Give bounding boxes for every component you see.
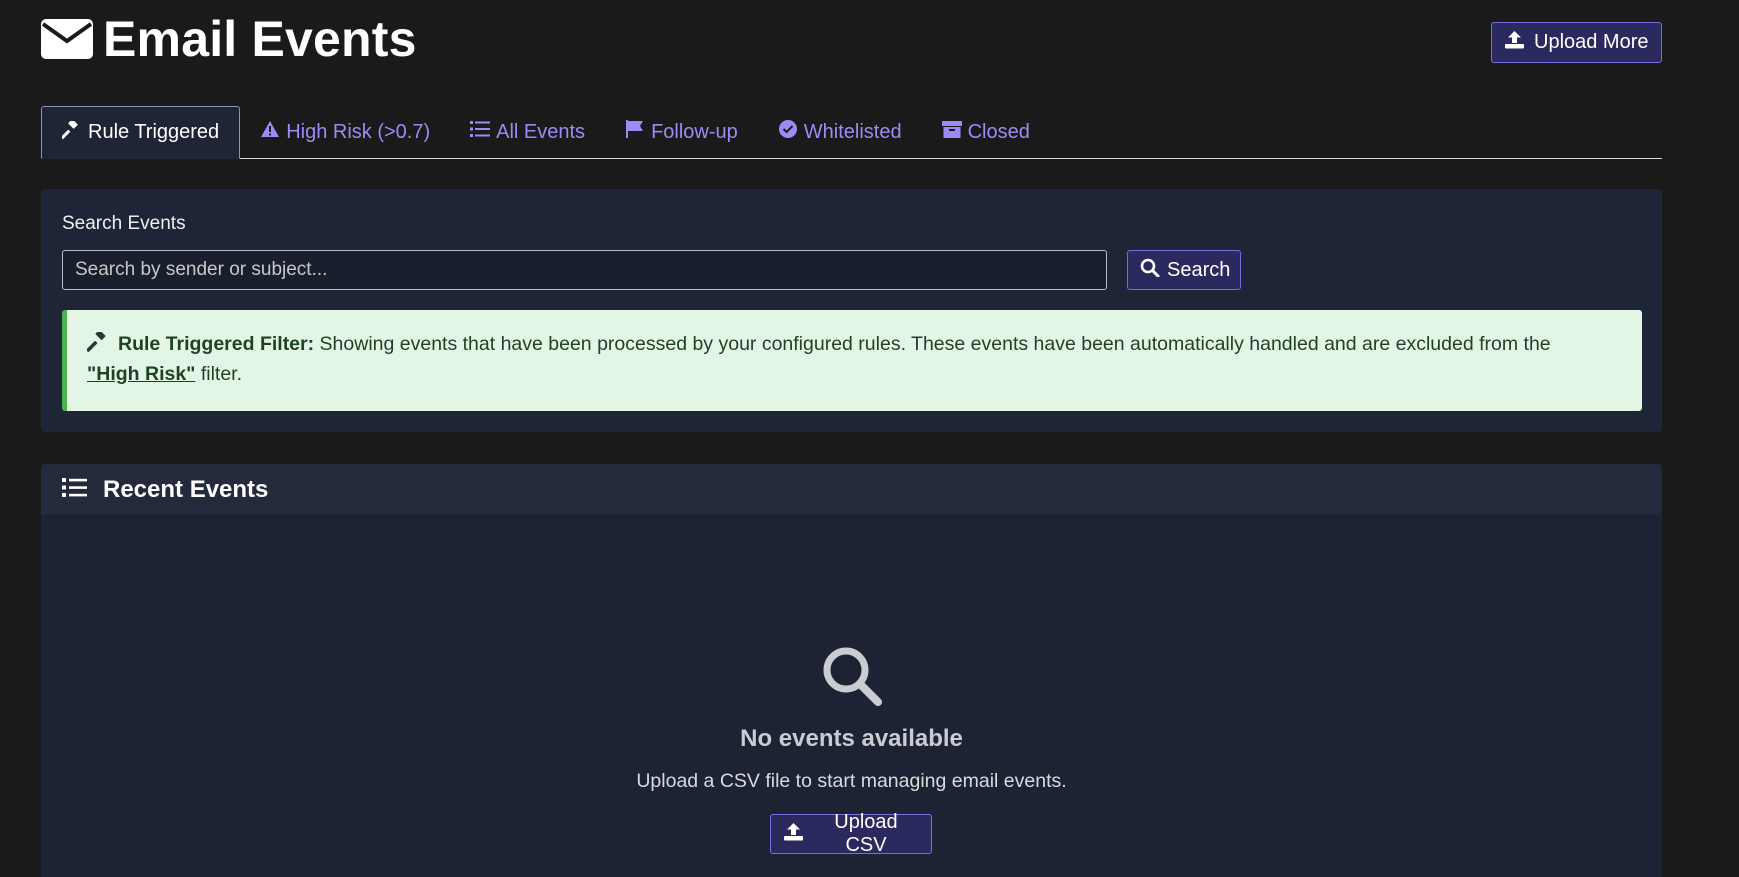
tab-follow-up[interactable]: Follow-up <box>605 106 758 158</box>
upload-csv-label: Upload CSV <box>834 811 898 856</box>
tab-whitelisted[interactable]: Whitelisted <box>758 106 922 158</box>
alert-title: Rule Triggered Filter: <box>118 333 315 355</box>
warning-icon <box>260 120 280 144</box>
list-icon <box>470 120 491 144</box>
list-icon <box>62 477 103 503</box>
tab-high-risk[interactable]: High Risk (>0.7) <box>240 106 450 158</box>
search-icon <box>821 645 883 707</box>
recent-events-header: Recent Events <box>41 464 1662 515</box>
upload-csv-button[interactable]: Upload CSV <box>770 811 932 856</box>
search-icon <box>1140 258 1161 283</box>
search-button-label: Search <box>1167 258 1231 281</box>
tab-label: All Events <box>496 120 586 143</box>
flag-icon <box>625 120 645 144</box>
search-button[interactable]: Search <box>1127 250 1241 290</box>
search-panel: Search Events Search Rule Triggered Filt… <box>41 189 1662 432</box>
tab-rule-triggered[interactable]: Rule Triggered <box>41 106 241 159</box>
upload-icon <box>1504 30 1525 55</box>
upload-icon <box>783 822 804 847</box>
gavel-icon <box>60 118 82 145</box>
page-title: Email Events <box>103 11 417 67</box>
tab-all-events[interactable]: All Events <box>450 106 605 158</box>
high-risk-link[interactable]: "High Risk" <box>87 363 195 385</box>
page: Email Events Upload More Rule Triggered … <box>0 0 1739 877</box>
envelope-icon <box>41 19 93 59</box>
alert-suffix: filter. <box>195 363 243 385</box>
archive-icon <box>941 120 962 144</box>
alert-text: Showing events that have been processed … <box>314 333 1551 355</box>
recent-events-panel: Recent Events No events available Upload… <box>41 464 1662 877</box>
tab-label: Whitelisted <box>803 120 902 143</box>
tab-label: Rule Triggered <box>88 121 220 143</box>
check-circle-icon <box>778 120 798 144</box>
gavel-icon <box>86 330 109 352</box>
recent-events-title: Recent Events <box>103 475 269 503</box>
tab-label: Closed <box>967 120 1030 143</box>
tab-bar: Rule Triggered High Risk (>0.7) All Even… <box>41 106 1662 159</box>
rule-filter-alert: Rule Triggered Filter: Showing events th… <box>62 310 1642 411</box>
search-label: Search Events <box>62 213 186 234</box>
page-header: Email Events <box>41 10 417 68</box>
empty-text: Upload a CSV file to start managing emai… <box>636 770 1067 792</box>
tab-label: Follow-up <box>651 120 738 143</box>
upload-more-label: Upload More <box>1534 31 1649 53</box>
upload-more-button[interactable]: Upload More <box>1491 22 1662 63</box>
tab-closed[interactable]: Closed <box>922 106 1050 158</box>
empty-title: No events available <box>740 725 963 752</box>
search-input[interactable] <box>62 250 1107 290</box>
tab-label: High Risk (>0.7) <box>286 120 431 143</box>
